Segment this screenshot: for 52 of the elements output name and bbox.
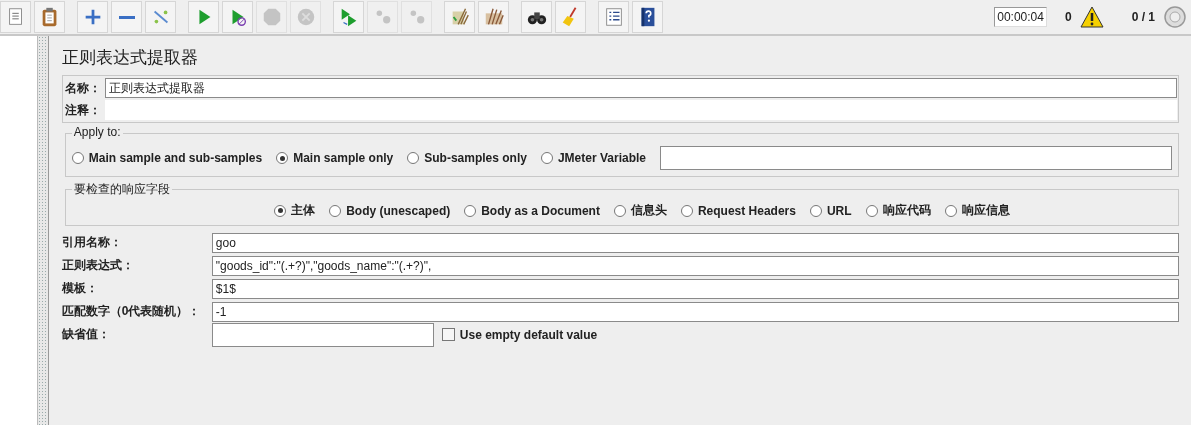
input-field[interactable] [211,322,434,347]
radio-button[interactable] [865,204,878,217]
panel-title: 正则表达式提取器 [61,47,199,69]
splitter[interactable] [38,36,49,425]
radio-button[interactable] [613,204,626,217]
field-label: 匹配数字（0代表随机）： [61,303,202,320]
field-label: 缺省值： [61,326,111,343]
radio-button[interactable] [329,204,342,217]
warning-icon[interactable] [1079,6,1104,28]
checkbox[interactable] [441,328,455,341]
radio-label[interactable]: Body (unescaped) [346,203,451,218]
input-field[interactable]: $1$ [211,278,1179,299]
radio-label[interactable]: JMeter Variable [557,151,646,165]
radio-button[interactable] [944,204,957,217]
radio-label[interactable]: Request Headers [697,203,796,218]
timer-field: 00:00:04 [994,7,1047,27]
input-field[interactable]: -1 [211,301,1179,322]
radio-label[interactable]: Body as a Document [481,203,600,218]
input-field[interactable]: 正则表达式提取器 [104,78,1177,98]
group-title: Apply to: [71,125,123,139]
field-label: 注释： [64,101,102,119]
radio-label[interactable]: 信息头 [630,202,667,219]
radio-label[interactable]: 主体 [291,202,316,219]
group-title: 要检查的响应字段 [71,181,172,198]
radio-button[interactable] [540,152,553,164]
warning-count: 0 [1064,10,1072,24]
radio-label[interactable]: Main sample only [293,151,394,165]
radio-button[interactable] [274,204,287,217]
toolbar-button[interactable] [521,1,552,33]
radio-button[interactable] [809,204,822,217]
radio-button[interactable] [71,152,84,164]
field-label: 正则表达式： [61,257,135,274]
radio-label[interactable]: Main sample and sub-samples [88,151,263,165]
checkbox-label[interactable]: Use empty default value [459,327,598,342]
radio-button[interactable] [464,204,477,217]
radio-button[interactable] [407,152,420,164]
radio-button[interactable] [680,204,693,217]
field-label: 引用名称： [61,234,123,251]
radio-label[interactable]: 响应信息 [961,202,1010,219]
radio-button[interactable] [276,152,289,164]
radio-label[interactable]: URL [826,203,852,218]
thread-count: 0 / 1 [1131,10,1155,24]
radio-label[interactable]: Sub-samples only [424,151,527,165]
input-field[interactable]: "goods_id":"(.+?)","goods_name":"(.+?)", [211,255,1179,276]
field-label: 模板： [61,280,99,297]
status-circle-icon[interactable] [1163,5,1187,29]
radio-label[interactable]: 响应代码 [882,202,931,219]
input-field[interactable]: goo [211,232,1179,253]
toolbar-button[interactable] [632,1,663,33]
input-field[interactable] [660,146,1172,170]
minus-icon [118,15,135,19]
field-label: 名称： [64,79,102,97]
